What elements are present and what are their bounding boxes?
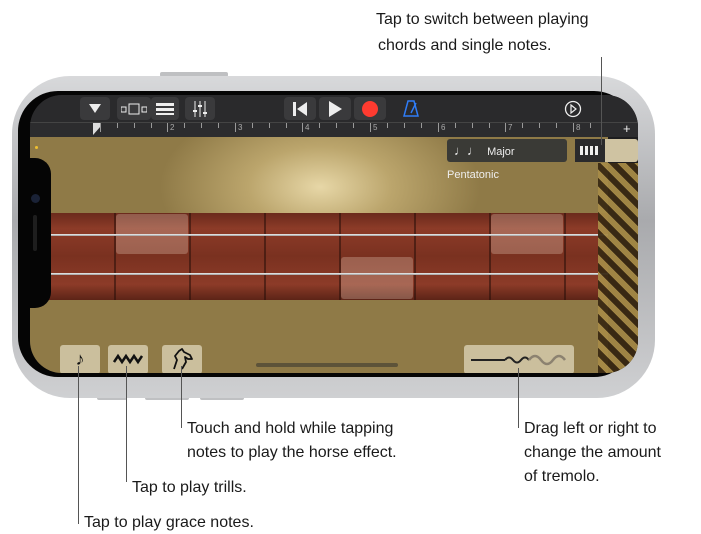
- tracks-button[interactable]: [151, 97, 179, 120]
- ruler-tick: [218, 123, 219, 128]
- fret: [189, 213, 191, 300]
- callout-switch-line1: Tap to switch between playing: [376, 11, 589, 28]
- mixer-icon: [193, 101, 207, 117]
- callout-tremolo-line2: change the amount: [524, 444, 661, 461]
- fret: [564, 213, 566, 300]
- ruler-tick: [235, 123, 236, 132]
- ruler-tick: [302, 123, 303, 132]
- instrument-string[interactable]: [30, 234, 608, 236]
- ruler-tick: [201, 123, 202, 128]
- grace-note-icon: ♪: [75, 349, 85, 369]
- ruler-tick: [167, 123, 168, 132]
- ruler-tick: [134, 123, 135, 128]
- timeline-ruler[interactable]: 2 3 4 5 6 7 8 +: [30, 121, 638, 137]
- rewind-button[interactable]: [284, 97, 316, 120]
- earpiece-speaker: [33, 215, 37, 251]
- ruler-tick: [438, 123, 439, 132]
- ruler-bar-label: 2: [170, 123, 175, 132]
- add-section-button[interactable]: +: [623, 121, 631, 136]
- trill-icon: [112, 353, 144, 365]
- callout-trills: Tap to play trills.: [132, 479, 247, 496]
- callout-line-grace: [78, 366, 79, 524]
- ruler-tick: [505, 123, 506, 132]
- scale-button[interactable]: ♩♩ Major Pentatonic: [447, 139, 567, 181]
- home-indicator: [256, 363, 398, 367]
- ruler-tick: [421, 123, 422, 128]
- callout-switch-line2: chords and single notes.: [378, 37, 552, 54]
- tremolo-icon: [471, 354, 566, 366]
- view-button[interactable]: [117, 97, 151, 120]
- metronome-button[interactable]: [398, 97, 424, 120]
- ruler-tick: [151, 123, 152, 128]
- callout-line-horse: [181, 366, 182, 428]
- view-toggle-icon: [120, 103, 148, 115]
- ruler-bar-label: 3: [238, 123, 243, 132]
- play-button[interactable]: [319, 97, 351, 120]
- mixer-button[interactable]: [185, 97, 215, 120]
- callout-horse-line2: notes to play the horse effect.: [187, 444, 397, 461]
- record-button[interactable]: [354, 97, 386, 120]
- ruler-bar-label: 6: [441, 123, 446, 132]
- settings-icon: [564, 100, 582, 118]
- chord-strips-icon: [575, 139, 605, 162]
- ruler-tick: [100, 123, 101, 132]
- ruler-tick: [319, 123, 320, 128]
- settings-button[interactable]: [560, 97, 586, 120]
- metronome-icon: [403, 100, 419, 117]
- horse-icon: [173, 348, 193, 370]
- ruler-tick: [539, 123, 540, 128]
- phone-notch: [23, 158, 51, 308]
- callout-horse-line1: Touch and hold while tapping: [187, 420, 394, 437]
- ruler-tick: [353, 123, 354, 128]
- ruler-tick: [336, 123, 337, 128]
- ruler-tick: [472, 123, 473, 128]
- callout-tremolo-line1: Drag left or right to: [524, 420, 657, 437]
- fret: [414, 213, 416, 300]
- app-screen: 2 3 4 5 6 7 8 + ♩♩ Major Pentatonic ♪: [30, 95, 638, 373]
- ruler-tick: [370, 123, 371, 132]
- record-icon: [362, 101, 378, 117]
- play-icon: [329, 101, 342, 117]
- fret: [264, 213, 266, 300]
- decorative-snakeskin-panel: [598, 163, 638, 373]
- ruler-bar-label: 7: [508, 123, 513, 132]
- skip-back-icon: [293, 102, 307, 116]
- ruler-tick: [286, 123, 287, 128]
- callout-line-trills: [126, 366, 127, 482]
- ruler-tick: [387, 123, 388, 128]
- ruler-tick: [455, 123, 456, 128]
- control-bar: [30, 95, 638, 122]
- tremolo-slider[interactable]: [464, 345, 574, 373]
- callout-line-switch: [601, 57, 602, 145]
- ruler-tick: [522, 123, 523, 128]
- ruler-tick: [252, 123, 253, 128]
- trill-button[interactable]: [108, 345, 148, 373]
- tracks-icon: [156, 103, 174, 115]
- horse-effect-button[interactable]: [162, 345, 202, 373]
- callout-line-tremolo: [518, 368, 519, 428]
- browser-button[interactable]: [80, 97, 110, 120]
- ruler-tick: [590, 123, 591, 128]
- triangle-down-icon: [89, 104, 101, 113]
- scale-note-icon: ♩♩: [454, 143, 480, 158]
- instrument-string[interactable]: [30, 273, 608, 275]
- ruler-tick: [404, 123, 405, 128]
- note-highlight[interactable]: [341, 257, 413, 299]
- ruler-tick: [489, 123, 490, 128]
- ruler-bar-label: 5: [373, 123, 378, 132]
- ruler-tick: [556, 123, 557, 128]
- callout-grace: Tap to play grace notes.: [84, 514, 254, 531]
- callout-tremolo-line3: of tremolo.: [524, 468, 600, 485]
- ruler-tick: [269, 123, 270, 128]
- chord-notes-switch[interactable]: [575, 139, 638, 162]
- ruler-tick: [573, 123, 574, 132]
- ruler-tick: [117, 123, 118, 128]
- status-dot: [35, 146, 38, 149]
- front-camera-icon: [31, 194, 40, 203]
- ruler-tick: [184, 123, 185, 128]
- grace-notes-button[interactable]: ♪: [60, 345, 100, 373]
- ruler-bar-label: 4: [305, 123, 310, 132]
- ruler-bar-label: 8: [576, 123, 581, 132]
